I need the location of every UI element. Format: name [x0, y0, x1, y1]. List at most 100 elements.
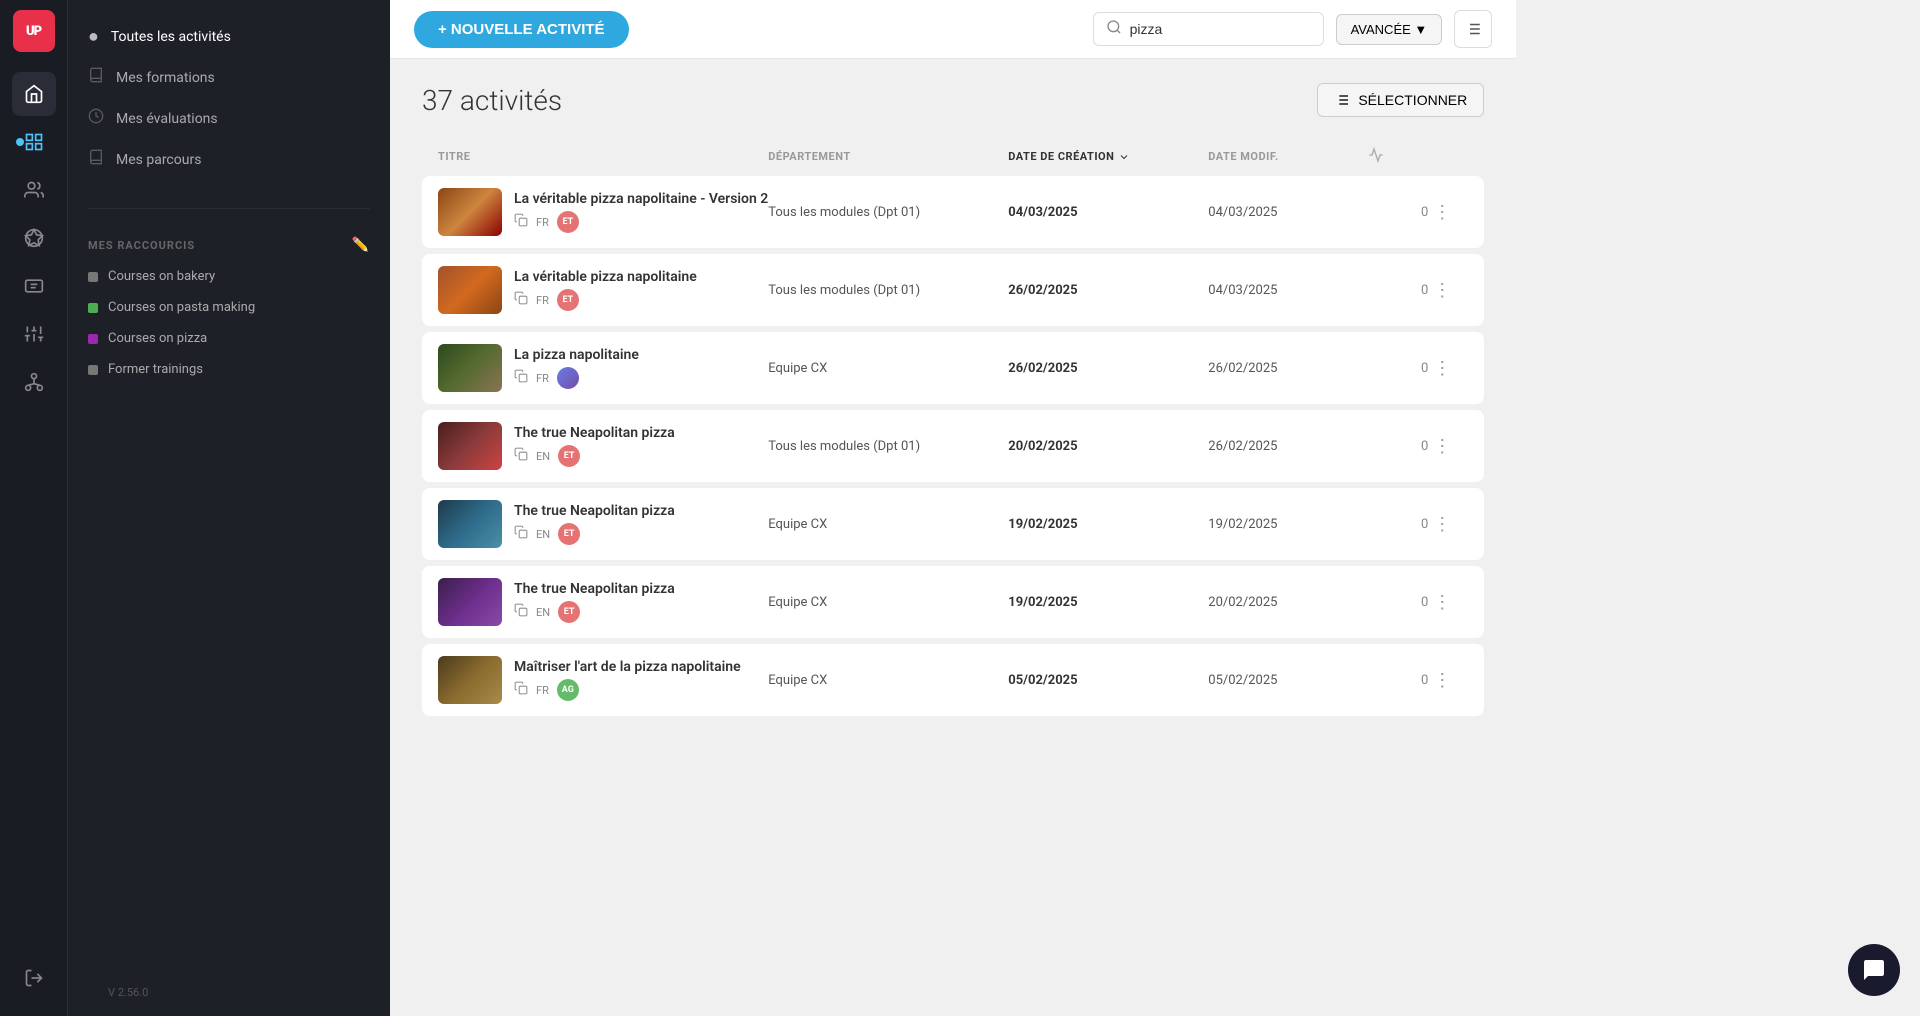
copy-icon [514, 291, 528, 309]
copy-icon [514, 213, 528, 231]
sidebar-icon-id-card[interactable] [12, 264, 56, 308]
row-stat: 0 [1368, 439, 1428, 454]
table-row[interactable]: La véritable pizza napolitaine - Version… [422, 176, 1484, 248]
row-meta: FR ET [514, 289, 768, 311]
row-info: The true Neapolitan pizza EN ET [514, 581, 768, 623]
row-departement: Tous les modules (Dpt 01) [768, 283, 1008, 298]
col-departement: DÉPARTEMENT [768, 150, 1008, 163]
shortcut-item-former[interactable]: Former trainings [68, 354, 390, 385]
row-thumbnail [438, 266, 502, 314]
shortcut-item-bakery[interactable]: Courses on bakery [68, 261, 390, 292]
edit-shortcuts-icon[interactable]: ✏️ [352, 237, 370, 253]
evaluations-icon [88, 108, 104, 129]
row-more-button[interactable]: ⋮ [1428, 510, 1456, 538]
search-box [1093, 12, 1324, 46]
row-more-button[interactable]: ⋮ [1428, 354, 1456, 382]
col-titre: TITRE [438, 150, 768, 163]
avatar: ET [557, 289, 579, 311]
app-logo: UP [13, 10, 55, 52]
copy-icon [514, 603, 528, 621]
table-row[interactable]: La pizza napolitaine FR Equipe CX 26/02/… [422, 332, 1484, 404]
row-info: The true Neapolitan pizza EN ET [514, 503, 768, 545]
sidebar-nav-toutes-activites[interactable]: ● Toutes les activités [68, 16, 390, 57]
topbar-right: AVANCÉE ▼ [1093, 10, 1493, 48]
row-title: The true Neapolitan pizza EN ET [438, 500, 768, 548]
row-date-modif: 04/03/2025 [1208, 283, 1368, 298]
col-stat-icon [1368, 147, 1428, 166]
row-stat: 0 [1368, 283, 1428, 298]
shortcut-dot [88, 272, 98, 282]
search-input[interactable] [1130, 21, 1311, 37]
row-more-button[interactable]: ⋮ [1428, 588, 1456, 616]
new-activity-button[interactable]: + NOUVELLE ACTIVITÉ [414, 11, 629, 48]
table-rows-container: La véritable pizza napolitaine - Version… [422, 176, 1484, 716]
lang-badge: FR [536, 372, 549, 385]
sidebar-icon-equalizer[interactable] [12, 312, 56, 356]
menu-button[interactable] [1454, 10, 1492, 48]
table-row[interactable]: The true Neapolitan pizza EN ET Tous les… [422, 410, 1484, 482]
copy-icon [514, 369, 528, 387]
row-title: The true Neapolitan pizza EN ET [438, 422, 768, 470]
formations-icon [88, 67, 104, 88]
shortcut-item-pasta[interactable]: Courses on pasta making [68, 292, 390, 323]
sidebar-icon-soccer[interactable] [12, 216, 56, 260]
sidebar-icon-org-chart[interactable] [12, 360, 56, 404]
sidebar-nav-mes-parcours[interactable]: Mes parcours [68, 139, 390, 180]
row-stat: 0 [1368, 517, 1428, 532]
col-date-creation[interactable]: DATE DE CRÉATION [1008, 150, 1208, 163]
lang-badge: FR [536, 294, 549, 307]
row-info: Maîtriser l'art de la pizza napolitaine … [514, 659, 768, 701]
shortcut-dot [88, 334, 98, 344]
row-date-creation: 05/02/2025 [1008, 673, 1208, 688]
row-name: Maîtriser l'art de la pizza napolitaine [514, 659, 768, 675]
row-meta: EN ET [514, 523, 768, 545]
row-departement: Tous les modules (Dpt 01) [768, 205, 1008, 220]
shortcut-dot [88, 303, 98, 313]
select-button[interactable]: SÉLECTIONNER [1317, 83, 1484, 117]
row-date-modif: 04/03/2025 [1208, 205, 1368, 220]
table-row[interactable]: La véritable pizza napolitaine FR ET Tou… [422, 254, 1484, 326]
row-name: La véritable pizza napolitaine [514, 269, 768, 285]
row-more-button[interactable]: ⋮ [1428, 432, 1456, 460]
shortcut-item-pizza[interactable]: Courses on pizza [68, 323, 390, 354]
sidebar-nav-mes-formations[interactable]: Mes formations [68, 57, 390, 98]
row-departement: Equipe CX [768, 517, 1008, 532]
row-departement: Equipe CX [768, 361, 1008, 376]
row-stat: 0 [1368, 361, 1428, 376]
shortcut-dot [88, 365, 98, 375]
table-row[interactable]: The true Neapolitan pizza EN ET Equipe C… [422, 566, 1484, 638]
row-info: La véritable pizza napolitaine - Version… [514, 191, 768, 233]
sidebar-icon-users[interactable] [12, 168, 56, 212]
row-more-button[interactable]: ⋮ [1428, 198, 1456, 226]
row-name: La véritable pizza napolitaine - Version… [514, 191, 768, 207]
avatar: ET [557, 211, 579, 233]
copy-icon [514, 525, 528, 543]
row-departement: Equipe CX [768, 595, 1008, 610]
avatar: AG [557, 679, 579, 701]
row-more-button[interactable]: ⋮ [1428, 666, 1456, 694]
sidebar-nav-mes-evaluations[interactable]: Mes évaluations [68, 98, 390, 139]
table-row[interactable]: The true Neapolitan pizza EN ET Equipe C… [422, 488, 1484, 560]
row-date-modif: 20/02/2025 [1208, 595, 1368, 610]
row-date-creation: 04/03/2025 [1008, 205, 1208, 220]
sidebar-icon-home[interactable] [12, 72, 56, 116]
avatar: ET [558, 445, 580, 467]
sidebar-icon-logout[interactable] [12, 956, 56, 1000]
version-label: V 2.56.0 [88, 978, 168, 1007]
row-name: The true Neapolitan pizza [514, 581, 768, 597]
search-icon [1106, 19, 1122, 39]
topbar: + NOUVELLE ACTIVITÉ AVANCÉE ▼ [390, 0, 1516, 59]
table-row[interactable]: Maîtriser l'art de la pizza napolitaine … [422, 644, 1484, 716]
content-area: 37 activités SÉLECTIONNER TITRE DÉPARTEM… [390, 59, 1516, 1016]
row-meta: FR AG [514, 679, 768, 701]
sidebar-icon-activities[interactable] [12, 120, 56, 164]
avancee-button[interactable]: AVANCÉE ▼ [1336, 14, 1443, 45]
row-stat: 0 [1368, 205, 1428, 220]
row-name: La pizza napolitaine [514, 347, 768, 363]
main-content: + NOUVELLE ACTIVITÉ AVANCÉE ▼ 37 activit… [390, 0, 1516, 1016]
row-date-creation: 20/02/2025 [1008, 439, 1208, 454]
avatar [557, 367, 579, 389]
chat-bubble[interactable] [1848, 944, 1900, 996]
copy-icon [514, 681, 528, 699]
row-more-button[interactable]: ⋮ [1428, 276, 1456, 304]
